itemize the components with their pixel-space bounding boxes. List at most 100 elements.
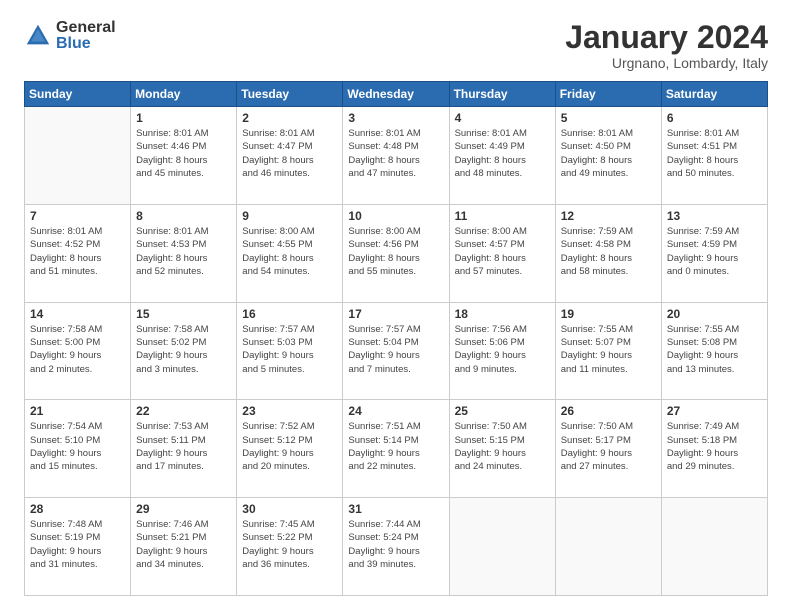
calendar-cell: 15 Sunrise: 7:58 AM Sunset: 5:02 PM Dayli…: [131, 302, 237, 400]
day-info: Sunrise: 7:58 AM Sunset: 5:00 PM Dayligh…: [30, 323, 125, 376]
day-info: Sunrise: 8:01 AM Sunset: 4:46 PM Dayligh…: [136, 127, 231, 180]
calendar-week-row: 1 Sunrise: 8:01 AM Sunset: 4:46 PM Daylig…: [25, 107, 768, 205]
day-info: Sunrise: 7:58 AM Sunset: 5:02 PM Dayligh…: [136, 323, 231, 376]
day-number: 16: [242, 307, 337, 321]
day-info: Sunrise: 7:49 AM Sunset: 5:18 PM Dayligh…: [667, 420, 762, 473]
day-info: Sunrise: 7:59 AM Sunset: 4:58 PM Dayligh…: [561, 225, 656, 278]
calendar-cell: [449, 498, 555, 596]
header-saturday: Saturday: [661, 82, 767, 107]
day-info: Sunrise: 7:57 AM Sunset: 5:03 PM Dayligh…: [242, 323, 337, 376]
day-info: Sunrise: 8:00 AM Sunset: 4:55 PM Dayligh…: [242, 225, 337, 278]
day-number: 1: [136, 111, 231, 125]
calendar-cell: 27Sunrise: 7:49 AM Sunset: 5:18 PM Dayli…: [661, 400, 767, 498]
day-number: 30: [242, 502, 337, 516]
day-number: 7: [30, 209, 125, 223]
day-number: 24: [348, 404, 443, 418]
day-number: 26: [561, 404, 656, 418]
calendar-cell: 17 Sunrise: 7:57 AM Sunset: 5:04 PM Dayli…: [343, 302, 449, 400]
calendar-cell: [555, 498, 661, 596]
calendar-cell: 6Sunrise: 8:01 AM Sunset: 4:51 PM Daylig…: [661, 107, 767, 205]
calendar-cell: 11 Sunrise: 8:00 AM Sunset: 4:57 PM Dayli…: [449, 204, 555, 302]
header-friday: Friday: [555, 82, 661, 107]
calendar-week-row: 7 Sunrise: 8:01 AM Sunset: 4:52 PM Daylig…: [25, 204, 768, 302]
calendar-cell: 8 Sunrise: 8:01 AM Sunset: 4:53 PM Daylig…: [131, 204, 237, 302]
calendar-cell: 5 Sunrise: 8:01 AM Sunset: 4:50 PM Daylig…: [555, 107, 661, 205]
day-info: Sunrise: 8:00 AM Sunset: 4:56 PM Dayligh…: [348, 225, 443, 278]
calendar-cell: 31Sunrise: 7:44 AM Sunset: 5:24 PM Dayli…: [343, 498, 449, 596]
day-info: Sunrise: 8:00 AM Sunset: 4:57 PM Dayligh…: [455, 225, 550, 278]
header-monday: Monday: [131, 82, 237, 107]
calendar-table: Sunday Monday Tuesday Wednesday Thursday…: [24, 81, 768, 596]
day-number: 3: [348, 111, 443, 125]
calendar-week-row: 14Sunrise: 7:58 AM Sunset: 5:00 PM Dayli…: [25, 302, 768, 400]
calendar-cell: 12 Sunrise: 7:59 AM Sunset: 4:58 PM Dayli…: [555, 204, 661, 302]
day-number: 29: [136, 502, 231, 516]
month-title: January 2024: [565, 20, 768, 55]
day-info: Sunrise: 7:55 AM Sunset: 5:07 PM Dayligh…: [561, 323, 656, 376]
calendar-cell: 9 Sunrise: 8:00 AM Sunset: 4:55 PM Daylig…: [237, 204, 343, 302]
page: General Blue January 2024 Urgnano, Lomba…: [0, 0, 792, 612]
day-number: 4: [455, 111, 550, 125]
calendar-cell: 23Sunrise: 7:52 AM Sunset: 5:12 PM Dayli…: [237, 400, 343, 498]
logo-text: General Blue: [56, 20, 116, 52]
day-number: 22: [136, 404, 231, 418]
day-info: Sunrise: 7:56 AM Sunset: 5:06 PM Dayligh…: [455, 323, 550, 376]
day-info: Sunrise: 7:52 AM Sunset: 5:12 PM Dayligh…: [242, 420, 337, 473]
day-number: 13: [667, 209, 762, 223]
calendar-cell: 16 Sunrise: 7:57 AM Sunset: 5:03 PM Dayli…: [237, 302, 343, 400]
day-number: 6: [667, 111, 762, 125]
header-sunday: Sunday: [25, 82, 131, 107]
calendar-cell: 25Sunrise: 7:50 AM Sunset: 5:15 PM Dayli…: [449, 400, 555, 498]
day-info: Sunrise: 7:48 AM Sunset: 5:19 PM Dayligh…: [30, 518, 125, 571]
weekday-header-row: Sunday Monday Tuesday Wednesday Thursday…: [25, 82, 768, 107]
calendar-cell: [25, 107, 131, 205]
header: General Blue January 2024 Urgnano, Lomba…: [24, 20, 768, 71]
header-thursday: Thursday: [449, 82, 555, 107]
day-info: Sunrise: 7:55 AM Sunset: 5:08 PM Dayligh…: [667, 323, 762, 376]
calendar-cell: 7 Sunrise: 8:01 AM Sunset: 4:52 PM Daylig…: [25, 204, 131, 302]
logo-blue-text: Blue: [56, 36, 116, 52]
day-info: Sunrise: 7:57 AM Sunset: 5:04 PM Dayligh…: [348, 323, 443, 376]
day-info: Sunrise: 7:50 AM Sunset: 5:17 PM Dayligh…: [561, 420, 656, 473]
day-number: 9: [242, 209, 337, 223]
calendar-cell: 4Sunrise: 8:01 AM Sunset: 4:49 PM Daylig…: [449, 107, 555, 205]
day-number: 2: [242, 111, 337, 125]
day-info: Sunrise: 7:45 AM Sunset: 5:22 PM Dayligh…: [242, 518, 337, 571]
calendar-cell: 30 Sunrise: 7:45 AM Sunset: 5:22 PM Dayli…: [237, 498, 343, 596]
calendar-week-row: 28Sunrise: 7:48 AM Sunset: 5:19 PM Dayli…: [25, 498, 768, 596]
day-info: Sunrise: 8:01 AM Sunset: 4:50 PM Dayligh…: [561, 127, 656, 180]
day-info: Sunrise: 7:46 AM Sunset: 5:21 PM Dayligh…: [136, 518, 231, 571]
calendar-cell: 19 Sunrise: 7:55 AM Sunset: 5:07 PM Dayli…: [555, 302, 661, 400]
day-info: Sunrise: 7:44 AM Sunset: 5:24 PM Dayligh…: [348, 518, 443, 571]
day-info: Sunrise: 7:59 AM Sunset: 4:59 PM Dayligh…: [667, 225, 762, 278]
location-text: Urgnano, Lombardy, Italy: [565, 55, 768, 71]
day-number: 17: [348, 307, 443, 321]
calendar-cell: 1 Sunrise: 8:01 AM Sunset: 4:46 PM Daylig…: [131, 107, 237, 205]
calendar-cell: 20Sunrise: 7:55 AM Sunset: 5:08 PM Dayli…: [661, 302, 767, 400]
calendar-cell: 3 Sunrise: 8:01 AM Sunset: 4:48 PM Daylig…: [343, 107, 449, 205]
calendar-cell: 26 Sunrise: 7:50 AM Sunset: 5:17 PM Dayli…: [555, 400, 661, 498]
day-number: 12: [561, 209, 656, 223]
day-info: Sunrise: 8:01 AM Sunset: 4:52 PM Dayligh…: [30, 225, 125, 278]
logo: General Blue: [24, 20, 116, 52]
day-info: Sunrise: 8:01 AM Sunset: 4:53 PM Dayligh…: [136, 225, 231, 278]
day-info: Sunrise: 8:01 AM Sunset: 4:48 PM Dayligh…: [348, 127, 443, 180]
calendar-week-row: 21Sunrise: 7:54 AM Sunset: 5:10 PM Dayli…: [25, 400, 768, 498]
calendar-cell: 18Sunrise: 7:56 AM Sunset: 5:06 PM Dayli…: [449, 302, 555, 400]
day-number: 15: [136, 307, 231, 321]
calendar-cell: 14Sunrise: 7:58 AM Sunset: 5:00 PM Dayli…: [25, 302, 131, 400]
calendar-cell: [661, 498, 767, 596]
day-info: Sunrise: 7:53 AM Sunset: 5:11 PM Dayligh…: [136, 420, 231, 473]
header-wednesday: Wednesday: [343, 82, 449, 107]
calendar-cell: 29 Sunrise: 7:46 AM Sunset: 5:21 PM Dayli…: [131, 498, 237, 596]
day-number: 8: [136, 209, 231, 223]
calendar-cell: 28Sunrise: 7:48 AM Sunset: 5:19 PM Dayli…: [25, 498, 131, 596]
logo-icon: [24, 22, 52, 50]
day-number: 19: [561, 307, 656, 321]
day-number: 10: [348, 209, 443, 223]
title-block: January 2024 Urgnano, Lombardy, Italy: [565, 20, 768, 71]
logo-general-text: General: [56, 20, 116, 36]
day-number: 11: [455, 209, 550, 223]
calendar-cell: 10 Sunrise: 8:00 AM Sunset: 4:56 PM Dayli…: [343, 204, 449, 302]
day-number: 5: [561, 111, 656, 125]
